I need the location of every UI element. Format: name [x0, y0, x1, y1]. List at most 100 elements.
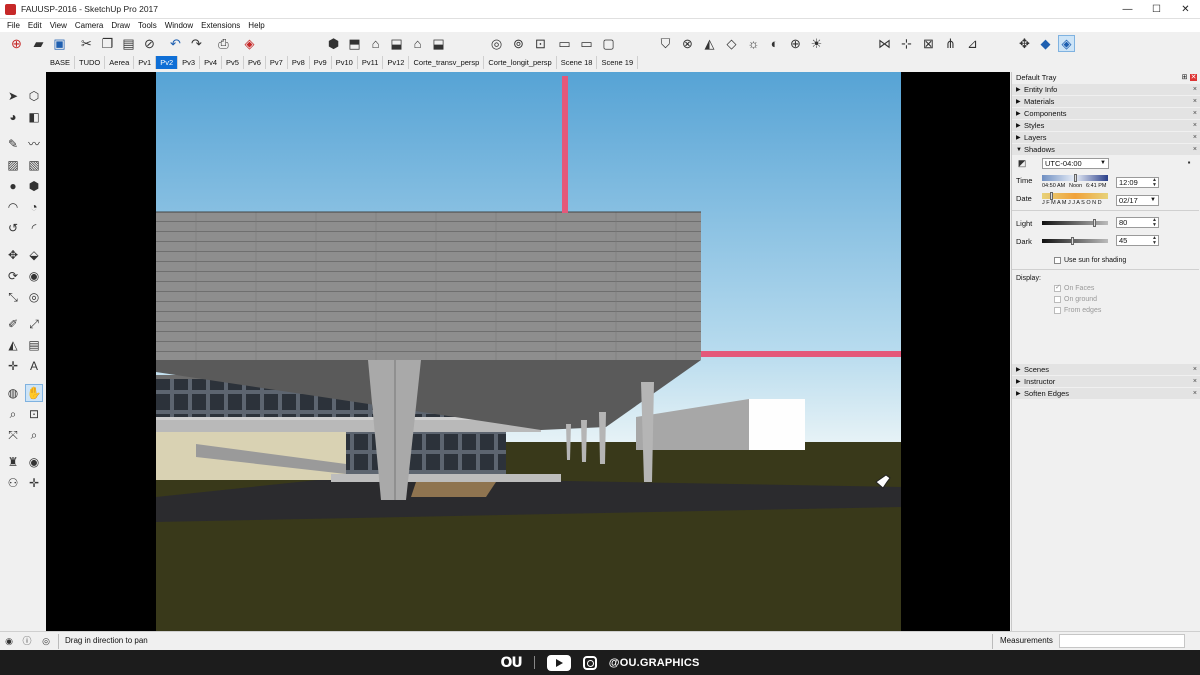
spinner-icon[interactable]: ▲ ▼ — [1152, 178, 1157, 188]
freehand-icon[interactable]: 〰 — [25, 135, 43, 153]
line-icon[interactable]: ✎ — [4, 135, 22, 153]
from-edges-checkbox[interactable] — [1054, 307, 1061, 314]
make-component-icon[interactable]: ⬡ — [25, 87, 43, 105]
get-models-icon[interactable]: ◐ — [766, 35, 783, 52]
panel-close-icon[interactable]: × — [1193, 366, 1197, 373]
tray-close-icon[interactable]: ✕ — [1190, 74, 1197, 81]
panel-close-icon[interactable]: × — [1193, 98, 1197, 105]
offset-icon[interactable]: ◎ — [25, 288, 43, 306]
panel-layers[interactable]: ▶ Layers × — [1012, 132, 1200, 143]
scene-tab-pv12[interactable]: Pv12 — [383, 56, 410, 69]
axes-icon[interactable]: ✛ — [4, 357, 22, 375]
on-ground-checkbox[interactable] — [1054, 296, 1061, 303]
measurements-input[interactable] — [1059, 634, 1185, 648]
add-location-icon[interactable]: ◇ — [723, 35, 740, 52]
panel-soften-edges[interactable]: ▶ Soften Edges × — [1012, 388, 1200, 399]
date-field[interactable]: 02/17 ▼ — [1116, 195, 1159, 206]
shaded-icon[interactable]: ▭ — [578, 35, 595, 52]
panel-shadows[interactable]: ▼ Shadows × — [1012, 144, 1200, 155]
shaded-textures-icon[interactable]: ▢ — [600, 35, 617, 52]
tray-pin-icon[interactable]: ⊞ — [1181, 74, 1188, 81]
rotate-icon[interactable]: ⟳ — [4, 267, 22, 285]
toggle-terrain-icon[interactable]: ☼ — [745, 35, 762, 52]
arc-icon[interactable]: ◠ — [4, 198, 22, 216]
zoom-extents-icon[interactable]: ⤧ — [4, 426, 22, 444]
model-info-icon[interactable]: ◈ — [241, 35, 258, 52]
spinner-icon[interactable]: ▲ ▼ — [1152, 236, 1157, 246]
scene-tab-tudo[interactable]: TUDO — [75, 56, 106, 69]
scene-tab-scene-18[interactable]: Scene 18 — [557, 56, 598, 69]
credits-icon[interactable]: ⓘ — [22, 636, 32, 646]
section-plane-icon[interactable]: ⛉ — [657, 35, 674, 52]
section-plane-tool-icon[interactable]: ✛ — [25, 474, 43, 492]
zoom-icon[interactable]: ⌕ — [4, 405, 22, 423]
rotated-rectangle-icon[interactable]: ▧ — [25, 156, 43, 174]
menu-help[interactable]: Help — [244, 21, 268, 30]
pan-tool-icon[interactable]: ✋ — [25, 384, 43, 402]
hidden-line-icon[interactable]: ▭ — [556, 35, 573, 52]
panel-scenes[interactable]: ▶ Scenes × — [1012, 364, 1200, 375]
menu-draw[interactable]: Draw — [107, 21, 134, 30]
sandbox-flip-icon[interactable]: ⊿ — [964, 35, 981, 52]
scene-tab-pv6[interactable]: Pv6 — [244, 56, 266, 69]
scene-tab-aerea[interactable]: Aerea — [105, 56, 135, 69]
three-point-arc-icon[interactable]: ◜ — [25, 219, 43, 237]
sandbox-drape-icon[interactable]: ⋔ — [942, 35, 959, 52]
zoom-window-icon[interactable]: ⊡ — [25, 405, 43, 423]
model-viewport[interactable] — [46, 72, 1010, 631]
panel-entity-info[interactable]: ▶ Entity Info × — [1012, 84, 1200, 95]
walk-tool-icon[interactable]: ⚇ — [4, 474, 22, 492]
panel-close-icon[interactable]: × — [1193, 134, 1197, 141]
cut-icon[interactable]: ✂ — [78, 35, 95, 52]
left-view-icon[interactable]: ⬓ — [430, 35, 447, 52]
panel-instructor[interactable]: ▶ Instructor × — [1012, 376, 1200, 387]
wireframe-icon[interactable]: ⊡ — [532, 35, 549, 52]
panel-materials[interactable]: ▶ Materials × — [1012, 96, 1200, 107]
xray-icon[interactable]: ◎ — [488, 35, 505, 52]
on-faces-checkbox[interactable] — [1054, 283, 1061, 292]
dimension-icon[interactable]: ⤢ — [25, 315, 43, 333]
dark-slider-thumb[interactable] — [1070, 237, 1074, 245]
dark-field[interactable]: 45 ▲ ▼ — [1116, 235, 1159, 246]
polygon-icon[interactable]: ⬢ — [25, 177, 43, 195]
maximize-button[interactable]: ☐ — [1142, 0, 1171, 19]
paint-bucket-icon[interactable]: ◕ — [4, 108, 22, 126]
pie-icon[interactable]: ◔ — [25, 198, 43, 216]
sandbox-smoove-icon[interactable]: ⊹ — [898, 35, 915, 52]
scene-tab-pv5[interactable]: Pv5 — [222, 56, 244, 69]
scene-tab-pv3[interactable]: Pv3 — [178, 56, 201, 69]
panel-close-icon[interactable]: × — [1193, 390, 1197, 397]
section-cuts-icon[interactable]: ◭ — [701, 35, 718, 52]
display-sections-icon[interactable]: ⊗ — [679, 35, 696, 52]
menu-camera[interactable]: Camera — [71, 21, 107, 30]
panel-close-icon[interactable]: × — [1193, 110, 1197, 117]
light-field[interactable]: 80 ▲ ▼ — [1116, 217, 1159, 228]
menu-view[interactable]: View — [46, 21, 71, 30]
sandbox-stamp-icon[interactable]: ⊠ — [920, 35, 937, 52]
spinner-icon[interactable]: ▲ ▼ — [1152, 218, 1157, 228]
undo-icon[interactable]: ↶ — [167, 35, 184, 52]
print-icon[interactable]: ⎙ — [215, 35, 232, 52]
position-camera-icon[interactable]: ◆ — [1037, 35, 1054, 52]
position-camera-tool-icon[interactable]: ♜ — [4, 453, 22, 471]
back-view-icon[interactable]: ⌂ — [409, 35, 426, 52]
scene-tab-pv9[interactable]: Pv9 — [310, 56, 332, 69]
scene-tab-corte-longit[interactable]: Corte_longit_persp — [484, 56, 557, 69]
previous-view-icon[interactable]: ⌕ — [25, 426, 43, 444]
text-icon[interactable]: ▤ — [25, 336, 43, 354]
menu-edit[interactable]: Edit — [24, 21, 46, 30]
scene-tab-scene-19[interactable]: Scene 19 — [597, 56, 639, 69]
push-pull-icon[interactable]: ⬙ — [25, 246, 43, 264]
menu-tools[interactable]: Tools — [134, 21, 161, 30]
follow-me-icon[interactable]: ◉ — [25, 267, 43, 285]
extension-warehouse-icon[interactable]: ⊕ — [787, 35, 804, 52]
scene-tab-pv10[interactable]: Pv10 — [332, 56, 358, 69]
dark-slider[interactable] — [1042, 239, 1108, 243]
scale-icon[interactable]: ⤡ — [4, 288, 22, 306]
eraser-icon[interactable]: ◧ — [25, 108, 43, 126]
tape-measure-icon[interactable]: ✐ — [4, 315, 22, 333]
time-slider-thumb[interactable] — [1074, 174, 1077, 182]
shadow-details-icon[interactable]: ▪ — [1184, 158, 1194, 168]
scene-tab-pv1[interactable]: Pv1 — [134, 56, 157, 69]
close-window-button[interactable]: ✕ — [1171, 0, 1200, 19]
